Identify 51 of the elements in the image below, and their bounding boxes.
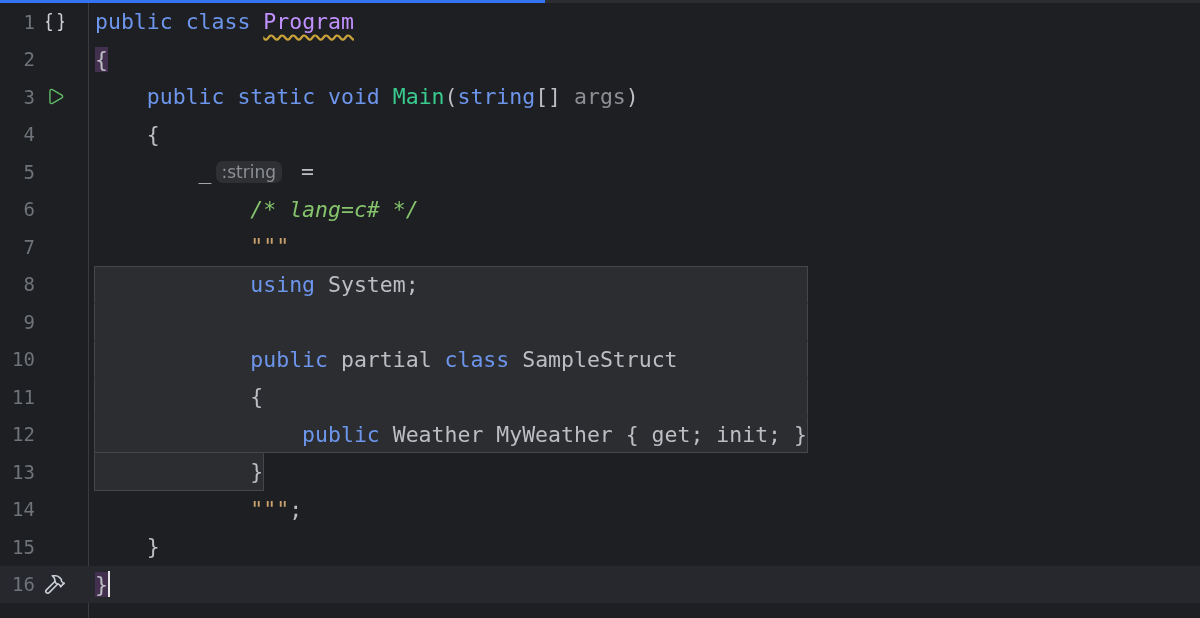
line-number: 13 — [11, 460, 35, 483]
code-token: void — [328, 84, 380, 110]
line-number: 8 — [22, 273, 35, 296]
line-number: 5 — [22, 160, 35, 183]
code-token: class — [444, 346, 510, 372]
line-number: 2 — [22, 48, 35, 71]
code-token: public — [146, 84, 225, 110]
code-token: public — [302, 421, 380, 447]
code-token: """ — [250, 496, 290, 522]
line-number: 9 — [22, 310, 35, 333]
line-number: 3 — [22, 85, 35, 108]
line-number: 16 — [11, 573, 35, 596]
code-token: = — [301, 159, 314, 185]
type-hint: :string — [215, 160, 283, 183]
code-token: { — [146, 121, 160, 147]
code-token: partial — [340, 346, 432, 372]
line-number: 11 — [11, 385, 35, 408]
code-token: ( — [444, 84, 458, 110]
line-number: 4 — [22, 123, 35, 146]
code-token: } — [146, 534, 160, 560]
line-number: 7 — [22, 235, 35, 258]
code-token: { — [250, 384, 264, 410]
line-number: 6 — [22, 198, 35, 221]
code-token: SampleStruct — [522, 346, 678, 372]
code-token: _ — [198, 159, 212, 185]
hammer-icon[interactable] — [44, 573, 66, 596]
code-token: ; — [289, 496, 303, 522]
code-token: public — [95, 9, 173, 35]
code-token: """ — [250, 234, 290, 260]
code-token: Weather MyWeather { get; init; } — [392, 421, 807, 447]
code-token: ) — [625, 84, 639, 110]
code-token: System; — [328, 271, 419, 297]
code-token: class — [185, 9, 251, 35]
braces-icon — [44, 10, 66, 33]
code-token: } — [250, 459, 264, 485]
line-number: 10 — [11, 348, 35, 371]
code-token: { — [95, 46, 108, 72]
line-number: 12 — [11, 423, 35, 446]
code-token: } — [95, 571, 108, 597]
line-number: 15 — [11, 535, 35, 558]
code-token: Program — [263, 9, 354, 35]
line-number: 1 — [22, 10, 35, 33]
code-token: static — [237, 84, 316, 110]
code-token: public — [250, 346, 328, 372]
code-token: [] — [535, 84, 562, 110]
line-number: 14 — [11, 498, 35, 521]
code-comment: /* lang=c# */ — [250, 196, 419, 222]
code-token: Main — [392, 84, 445, 110]
code-token: using — [250, 271, 316, 297]
code-token: string — [457, 84, 536, 110]
code-token: args — [574, 84, 626, 110]
